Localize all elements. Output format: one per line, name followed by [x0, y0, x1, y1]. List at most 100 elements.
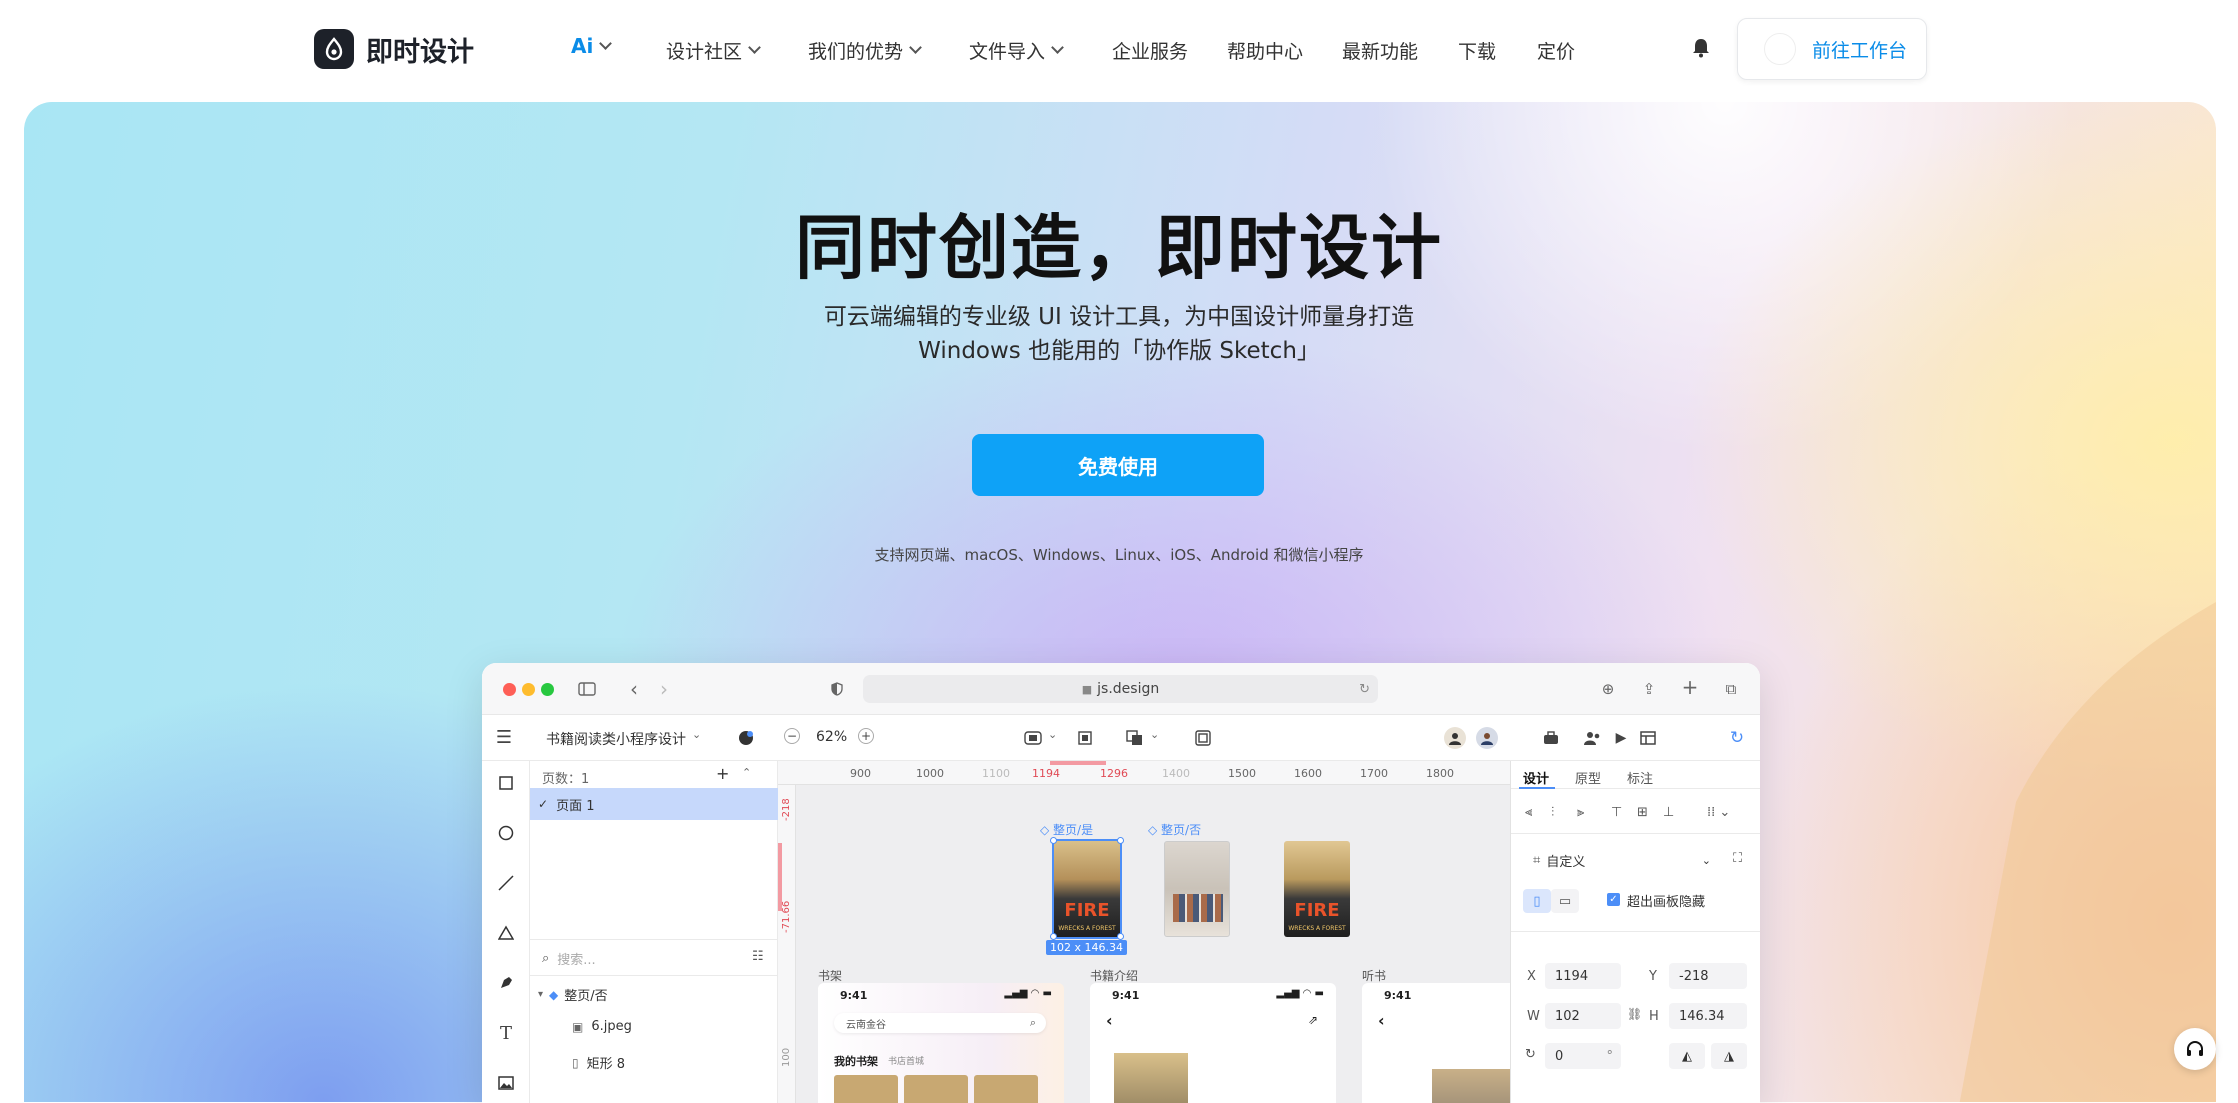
image-tool-icon[interactable]: [496, 1073, 516, 1093]
frame-label[interactable]: ◇ 整页/是: [1040, 821, 1093, 838]
distribute-icon[interactable]: ⁞⁞ ⌄: [1707, 805, 1730, 820]
collapse-icon[interactable]: ⌃: [742, 766, 751, 779]
tab-prototype[interactable]: 原型: [1575, 768, 1601, 787]
share-icon[interactable]: ⇗: [1308, 1013, 1318, 1027]
bell-icon[interactable]: [1692, 38, 1710, 58]
share-icon[interactable]: ⇪: [1639, 679, 1659, 699]
resize-handle[interactable]: [1117, 837, 1124, 844]
align-bottom-icon[interactable]: ⊥: [1663, 805, 1674, 820]
align-top-icon[interactable]: ⊤: [1611, 805, 1622, 820]
menu-icon[interactable]: ☰: [494, 727, 514, 748]
zoom-in-icon[interactable]: +: [858, 728, 874, 744]
layer-row[interactable]: ▣ 6.jpeg: [572, 1019, 632, 1034]
align-middle-icon[interactable]: ⊞: [1637, 805, 1648, 820]
x-field[interactable]: 1194: [1545, 963, 1621, 989]
landscape-toggle[interactable]: ▭: [1551, 889, 1579, 913]
resize-handle[interactable]: [1050, 933, 1057, 940]
shelf-tab[interactable]: 我的书架: [834, 1053, 878, 1069]
polygon-tool-icon[interactable]: [496, 923, 516, 943]
pen-tool-icon[interactable]: [496, 973, 516, 993]
menu-item-new-features[interactable]: 最新功能: [1342, 37, 1418, 64]
go-to-workspace-button[interactable]: 前往工作台: [1737, 18, 1927, 80]
frame-label[interactable]: ◇ 整页/否: [1148, 821, 1201, 838]
theme-icon[interactable]: [736, 728, 756, 748]
support-button[interactable]: [2174, 1028, 2216, 1070]
chevron-down-icon[interactable]: ⌄: [1048, 728, 1057, 741]
menu-item-help[interactable]: 帮助中心: [1227, 37, 1303, 64]
mask-icon[interactable]: [1022, 727, 1044, 749]
w-field[interactable]: 102: [1545, 1003, 1621, 1029]
h-field[interactable]: 146.34: [1669, 1003, 1747, 1029]
back-icon[interactable]: ‹: [1378, 1011, 1385, 1030]
tab-annotation[interactable]: 标注: [1627, 768, 1653, 787]
reload-icon[interactable]: ↻: [1359, 682, 1370, 697]
play-icon[interactable]: ▶: [1610, 727, 1632, 749]
y-field[interactable]: -218: [1669, 963, 1747, 989]
ellipse-tool-icon[interactable]: [496, 823, 516, 843]
rotation-field[interactable]: 0 °: [1545, 1043, 1621, 1069]
back-icon[interactable]: ‹: [1106, 1011, 1113, 1030]
phone-frame-book-intro[interactable]: 9:41 ▂▄▆ ◠ ▬ ‹ ⇗: [1090, 983, 1336, 1103]
align-left-icon[interactable]: ⫷: [1525, 805, 1532, 820]
phone-frame-audiobook[interactable]: 9:41 ‹: [1362, 983, 1510, 1103]
frame-icon[interactable]: [1192, 727, 1214, 749]
rectangle-tool-icon[interactable]: [496, 773, 516, 793]
layer-row[interactable]: ▾ ◆ 整页/否: [538, 985, 608, 1005]
menu-item-download[interactable]: 下载: [1458, 37, 1496, 64]
menu-item-community[interactable]: 设计社区: [666, 37, 761, 64]
tab-design[interactable]: 设计: [1523, 768, 1549, 787]
clip-checkbox[interactable]: ✓: [1607, 893, 1620, 906]
tabs-overview-icon[interactable]: ⧉: [1721, 679, 1741, 699]
boolean-icon[interactable]: [1124, 727, 1146, 749]
frame-preset-select[interactable]: ⌗ 自定义 ⌄: [1523, 847, 1719, 873]
line-tool-icon[interactable]: [496, 873, 516, 893]
menu-item-ai[interactable]: Ai: [571, 34, 613, 58]
layer-search[interactable]: ⌕ 搜索...: [542, 949, 596, 968]
download-icon[interactable]: ⊕: [1598, 679, 1618, 699]
file-name[interactable]: 书籍阅读类小程序设计: [546, 729, 686, 749]
address-bar[interactable]: ■ js.design ↻: [863, 675, 1378, 703]
text-tool-icon[interactable]: T: [496, 1023, 516, 1044]
collaborator-avatar[interactable]: [1476, 727, 1498, 749]
chevron-down-icon[interactable]: ⌄: [692, 728, 701, 741]
design-canvas[interactable]: 900 1000 1100 1194 1296 1400 1500 1600 1…: [778, 761, 1510, 1103]
book-cover[interactable]: [1164, 841, 1230, 937]
menu-item-advantages[interactable]: 我们的优势: [808, 37, 922, 64]
shelf-tab[interactable]: 书店首城: [888, 1054, 924, 1067]
filter-icon[interactable]: ☷: [752, 949, 764, 964]
phone-frame-shelf[interactable]: 9:41 ▂▄▆ ◠ ▬ 云南金谷 ⌕ 我的书架 书店首城: [818, 983, 1064, 1103]
fit-frame-icon[interactable]: ⛶: [1733, 851, 1742, 866]
chevron-down-icon[interactable]: ⌄: [1150, 728, 1159, 741]
new-tab-icon[interactable]: +: [1680, 675, 1700, 699]
constrain-proportions-icon[interactable]: ⛓: [1627, 1007, 1642, 1021]
zoom-out-icon[interactable]: −: [784, 728, 800, 744]
layer-row[interactable]: ▯ 矩形 8: [572, 1053, 625, 1073]
brand-logo[interactable]: 即时设计: [314, 29, 474, 69]
share-users-icon[interactable]: [1582, 727, 1604, 749]
zoom-level[interactable]: 62%: [816, 729, 847, 745]
forward-arrow-icon[interactable]: ›: [654, 677, 674, 701]
menu-item-import[interactable]: 文件导入: [969, 37, 1064, 64]
page-item[interactable]: ✓ 页面 1: [530, 788, 778, 820]
crop-icon[interactable]: [1074, 727, 1096, 749]
sync-icon[interactable]: ↻: [1726, 727, 1748, 749]
book-cover[interactable]: FIRE WRECKS A FOREST: [1284, 841, 1350, 937]
flip-vertical-button[interactable]: ◮: [1711, 1043, 1747, 1069]
book-cover-selected[interactable]: FIRE WRECKS A FOREST: [1052, 839, 1122, 939]
menu-item-pricing[interactable]: 定价: [1537, 37, 1575, 64]
free-use-button[interactable]: 免费使用: [972, 434, 1264, 496]
flip-horizontal-button[interactable]: ◭: [1669, 1043, 1705, 1069]
resize-handle[interactable]: [1117, 933, 1124, 940]
plugin-icon[interactable]: [1540, 727, 1562, 749]
align-center-icon[interactable]: ⫶: [1551, 805, 1554, 820]
collaborator-avatar[interactable]: [1444, 727, 1466, 749]
shelf-search[interactable]: 云南金谷 ⌕: [834, 1013, 1046, 1033]
portrait-toggle[interactable]: ▯: [1523, 889, 1551, 913]
align-right-icon[interactable]: ⫸: [1577, 805, 1584, 820]
add-page-icon[interactable]: +: [716, 764, 729, 783]
sidebar-toggle-icon[interactable]: [577, 679, 597, 699]
menu-item-enterprise[interactable]: 企业服务: [1112, 37, 1188, 64]
back-arrow-icon[interactable]: ‹: [624, 677, 644, 701]
resize-handle[interactable]: [1050, 837, 1057, 844]
layout-icon[interactable]: [1637, 727, 1659, 749]
